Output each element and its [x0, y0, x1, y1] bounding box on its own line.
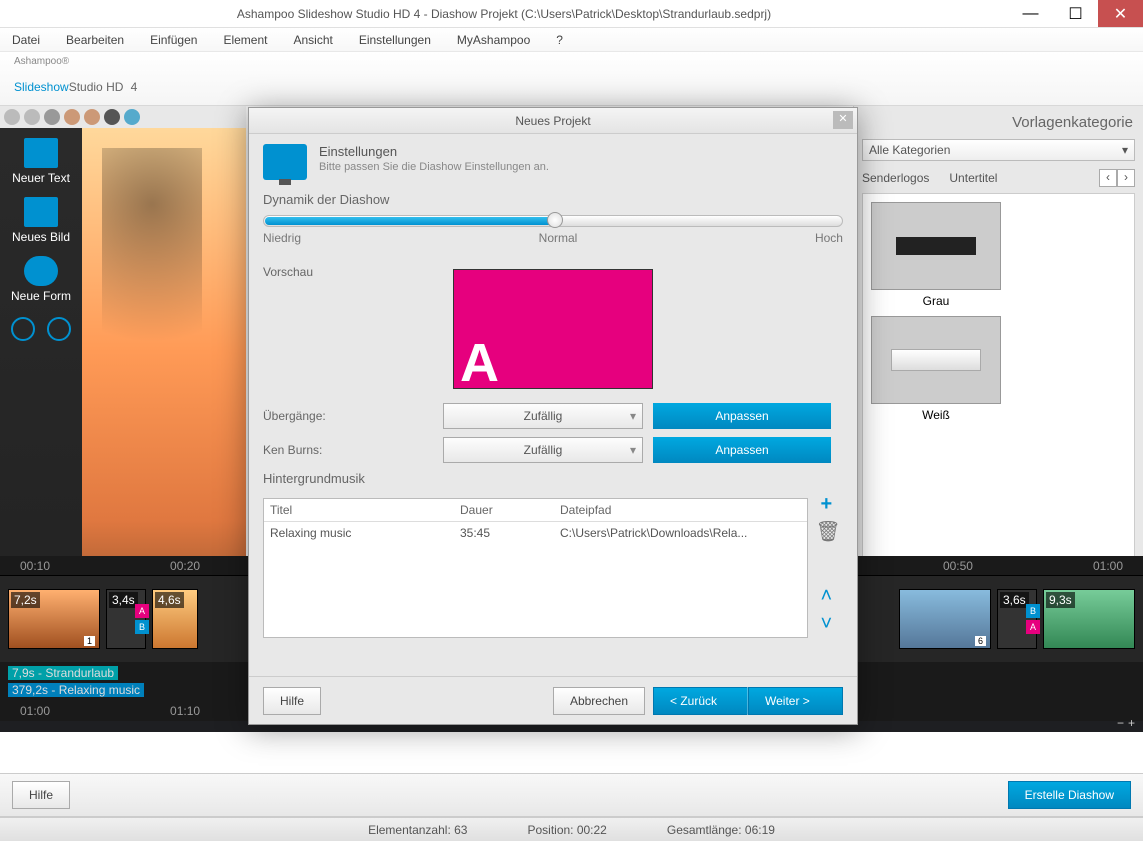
preview-label: Vorschau [263, 265, 433, 279]
menubar: Datei Bearbeiten Einfügen Element Ansich… [0, 28, 1143, 52]
menu-einstellungen[interactable]: Einstellungen [353, 30, 437, 50]
kenburns-combo[interactable]: Zufällig [443, 437, 643, 463]
dynamics-slider[interactable] [263, 215, 843, 227]
music-add-icon[interactable]: + [815, 494, 837, 516]
delete-icon[interactable] [104, 109, 120, 125]
cut-icon[interactable] [44, 109, 60, 125]
clip-2[interactable]: 3,4s A B [106, 589, 146, 649]
dialog-heading: Einstellungen [319, 144, 549, 159]
shape-icon [24, 256, 58, 286]
copy-icon[interactable] [64, 109, 80, 125]
monitor-icon [263, 144, 307, 180]
dialog-subheading: Bitte passen Sie die Diashow Einstellung… [319, 161, 549, 173]
brand-main: SlideshowStudio HD 4 [14, 67, 1129, 98]
preview-thumbnail: A [453, 269, 653, 389]
status-length: Gesamtlänge: 06:19 [667, 823, 775, 837]
clip-7[interactable]: 3,6s B A [997, 589, 1037, 649]
music-row[interactable]: Relaxing music 35:45 C:\Users\Patrick\Do… [264, 522, 807, 544]
new-project-dialog: Neues Projekt ✕ Einstellungen Bitte pass… [248, 107, 858, 725]
dialog-help-button[interactable]: Hilfe [263, 687, 321, 715]
menu-datei[interactable]: Datei [6, 30, 46, 50]
menu-bearbeiten[interactable]: Bearbeiten [60, 30, 130, 50]
tab-next-icon[interactable]: › [1117, 169, 1135, 187]
tab-senderlogos[interactable]: Senderlogos [862, 167, 929, 189]
window-title: Ashampoo Slideshow Studio HD 4 - Diashow… [0, 7, 1008, 21]
bgm-label: Hintergrundmusik [263, 471, 843, 486]
dialog-close-icon[interactable]: ✕ [833, 111, 853, 129]
status-bar: Elementanzahl: 63 Position: 00:22 Gesamt… [0, 817, 1143, 841]
music-down-icon[interactable]: ˅ [815, 614, 837, 636]
minimize-button[interactable]: — [1008, 0, 1053, 27]
tool-new-image[interactable]: Neues Bild [6, 193, 76, 248]
branding: Ashampoo® SlideshowStudio HD 4 [0, 52, 1143, 106]
col-path: Dateipfad [554, 499, 807, 521]
zoom-in-icon[interactable]: + [1128, 716, 1135, 730]
menu-element[interactable]: Element [217, 30, 273, 50]
help-button[interactable]: Hilfe [12, 781, 70, 809]
menu-myashampoo[interactable]: MyAshampoo [451, 30, 536, 50]
preview-toolbar [0, 106, 246, 128]
templates-heading: Vorlagenkategorie [854, 106, 1143, 139]
transitions-combo[interactable]: Zufällig [443, 403, 643, 429]
template-weiss[interactable]: Weiß [871, 316, 1001, 422]
paste-icon[interactable] [84, 109, 100, 125]
col-duration: Dauer [454, 499, 554, 521]
image-icon [24, 197, 58, 227]
col-title: Titel [264, 499, 454, 521]
dialog-titlebar[interactable]: Neues Projekt ✕ [249, 108, 857, 134]
transitions-label: Übergänge: [263, 409, 433, 423]
clip-3[interactable]: 4,6s [152, 589, 198, 649]
dialog-back-button[interactable]: < Zurück [653, 687, 748, 715]
zoom-out-icon[interactable]: − [1117, 716, 1124, 730]
tab-untertitel[interactable]: Untertitel [949, 167, 997, 189]
status-position: Position: 00:22 [527, 823, 606, 837]
transitions-adjust-button[interactable]: Anpassen [653, 403, 831, 429]
menu-help[interactable]: ? [550, 30, 569, 50]
status-count: Elementanzahl: 63 [368, 823, 467, 837]
dialog-next-button[interactable]: Weiter > [748, 687, 843, 715]
category-selector[interactable]: Alle Kategorien▾ [862, 139, 1135, 161]
create-slideshow-button[interactable]: Erstelle Diashow [1008, 781, 1131, 809]
dynamics-label: Dynamik der Diashow [263, 192, 843, 207]
tool-new-shape[interactable]: Neue Form [6, 252, 76, 307]
menu-ansicht[interactable]: Ansicht [287, 30, 338, 50]
menu-einfuegen[interactable]: Einfügen [144, 30, 203, 50]
brand-sup: Ashampoo® [14, 56, 1129, 67]
kenburns-adjust-button[interactable]: Anpassen [653, 437, 831, 463]
kenburns-label: Ken Burns: [263, 443, 433, 457]
nav-back-icon[interactable] [4, 109, 20, 125]
music-table[interactable]: Titel Dauer Dateipfad Relaxing music 35:… [263, 498, 808, 638]
bottom-bar: Hilfe Erstelle Diashow [0, 773, 1143, 817]
rotate-right-icon[interactable] [47, 317, 71, 341]
zoom-icon[interactable] [124, 109, 140, 125]
rotate-left-icon[interactable] [11, 317, 35, 341]
clip-8[interactable]: 9,3s [1043, 589, 1135, 649]
nav-fwd-icon[interactable] [24, 109, 40, 125]
titlebar: Ashampoo Slideshow Studio HD 4 - Diashow… [0, 0, 1143, 28]
text-icon [24, 138, 58, 168]
music-up-icon[interactable]: ˄ [815, 586, 837, 608]
music-delete-icon[interactable]: 🗑 [815, 522, 837, 544]
tab-prev-icon[interactable]: ‹ [1099, 169, 1117, 187]
dialog-cancel-button[interactable]: Abbrechen [553, 687, 645, 715]
tool-new-text[interactable]: Neuer Text [6, 134, 76, 189]
maximize-button[interactable]: ☐ [1053, 0, 1098, 27]
clip-1[interactable]: 7,2s 1 [8, 589, 100, 649]
close-button[interactable]: ✕ [1098, 0, 1143, 27]
clip-6[interactable]: 6 [899, 589, 991, 649]
template-grau[interactable]: Grau [871, 202, 1001, 308]
